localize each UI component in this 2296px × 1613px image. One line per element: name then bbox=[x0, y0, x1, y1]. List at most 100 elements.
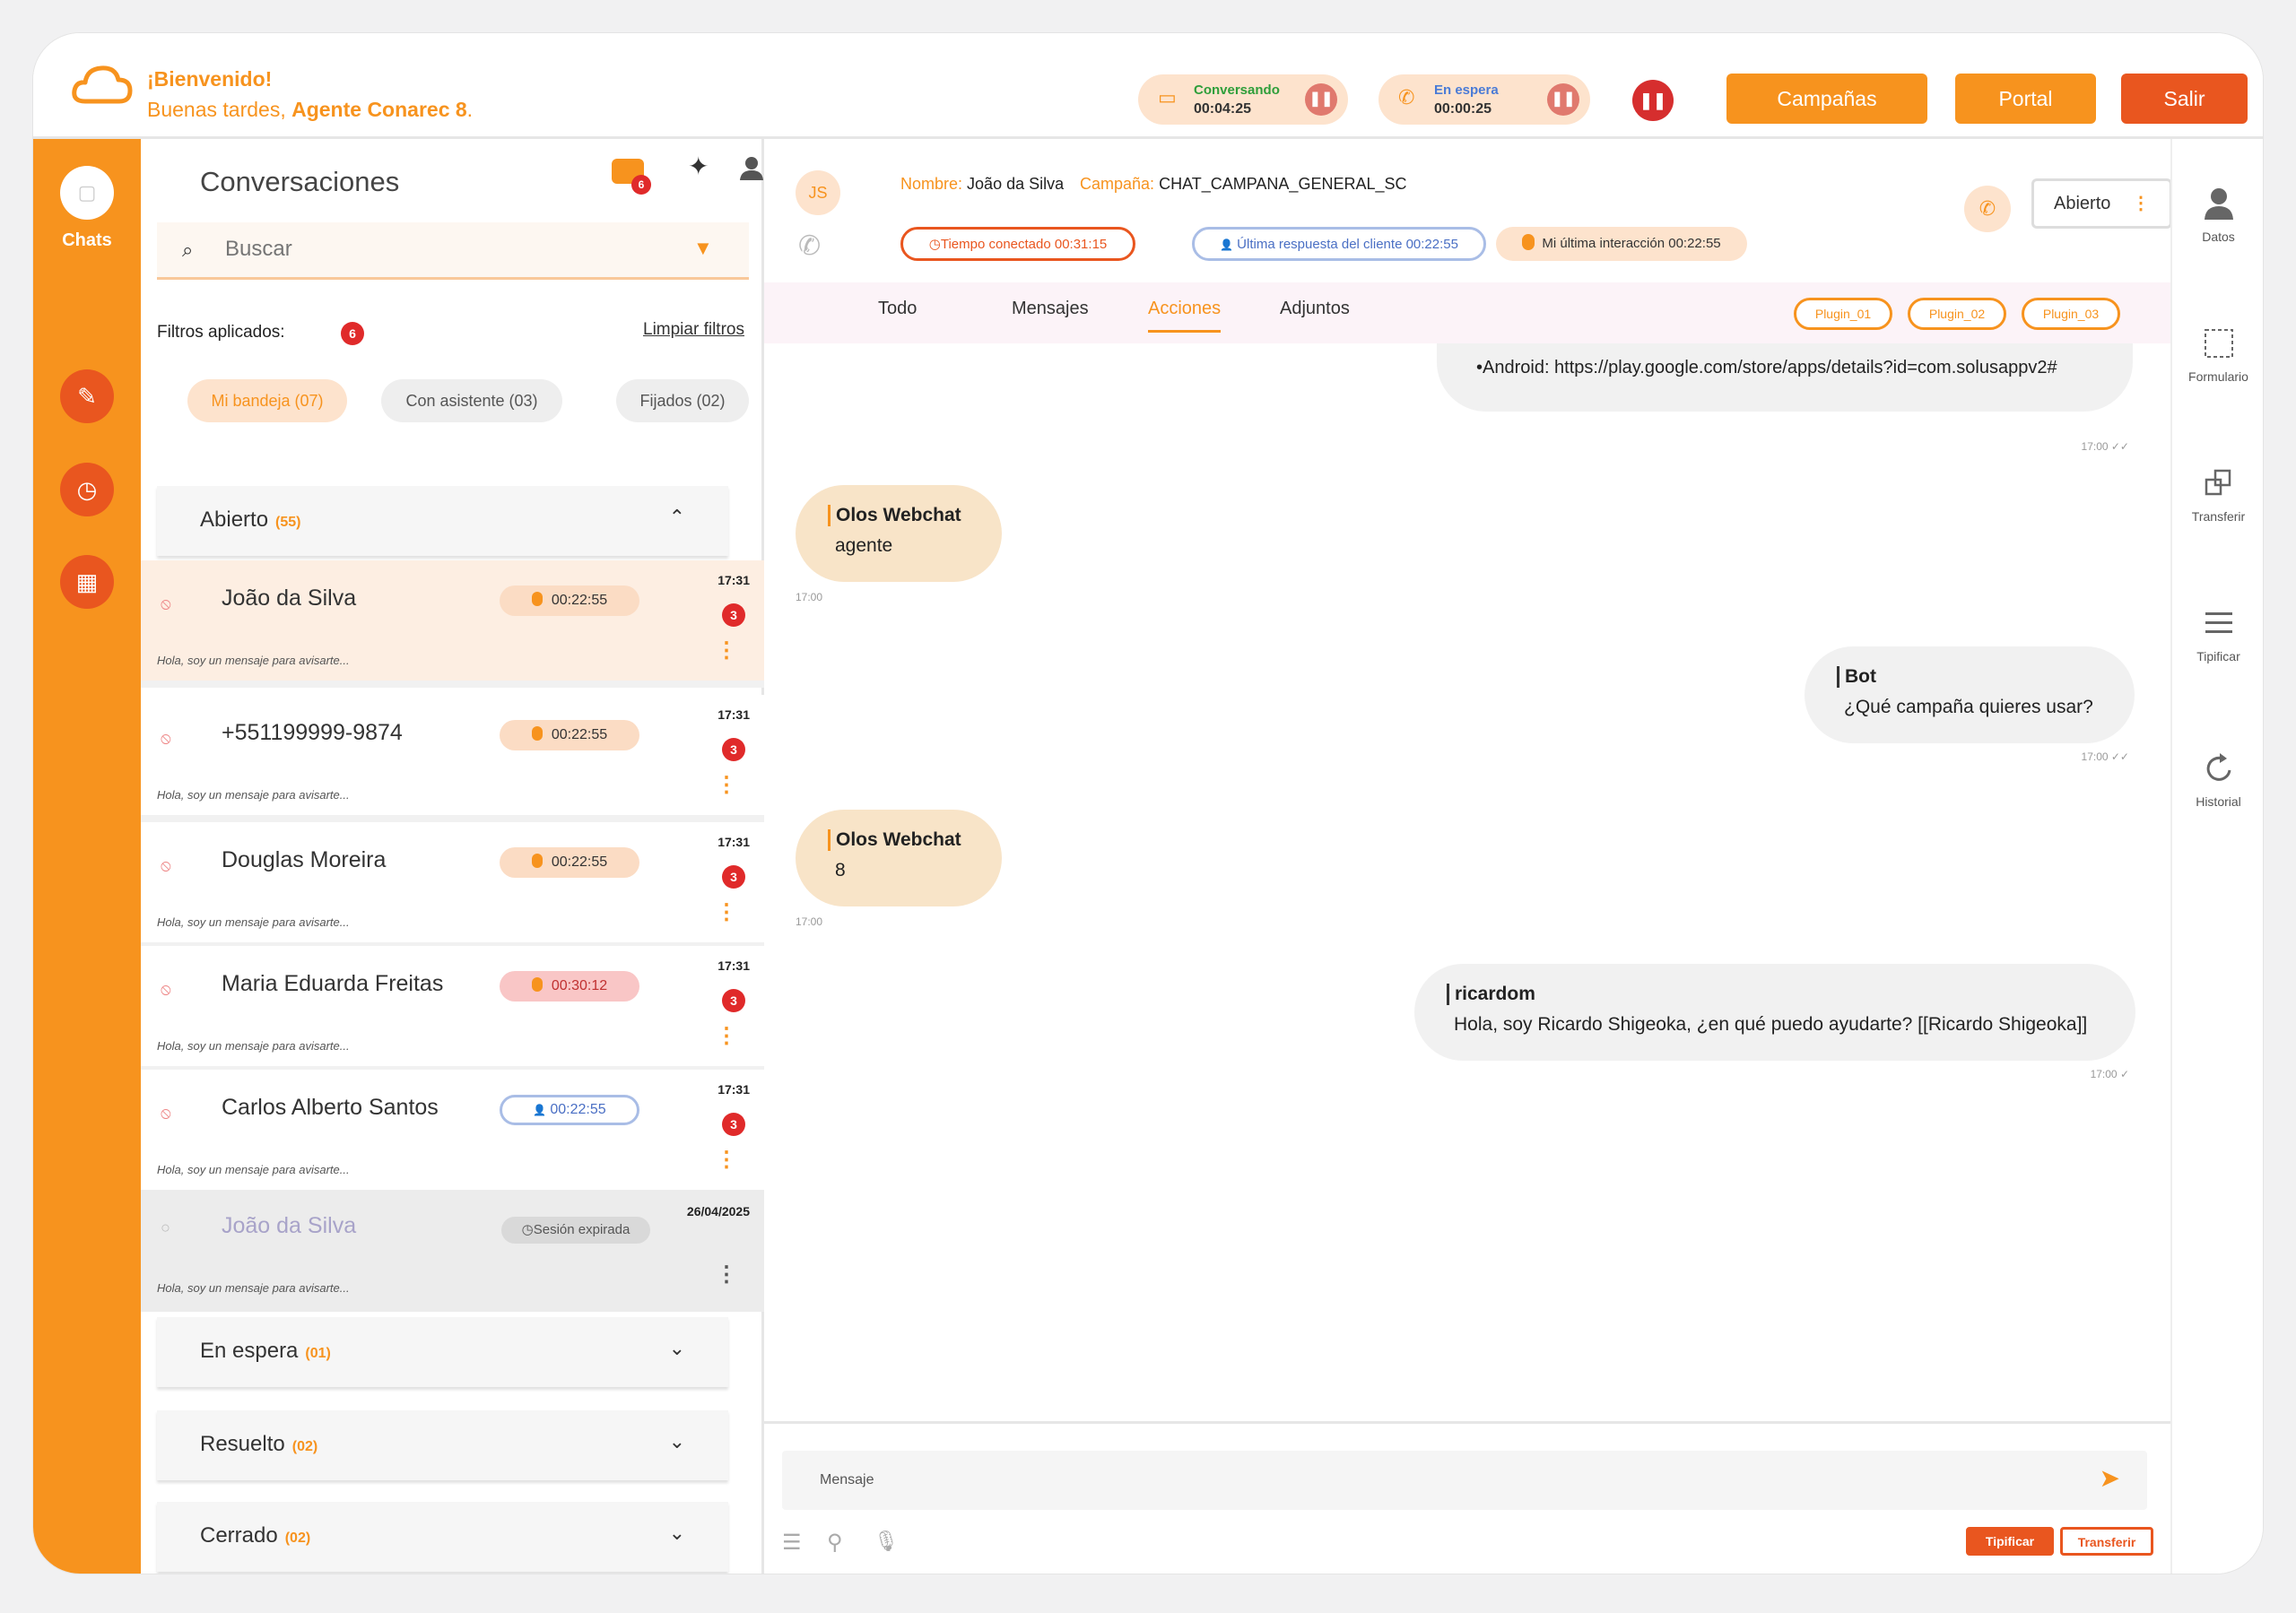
cloud-logo-icon bbox=[72, 65, 133, 104]
edit-nav-button[interactable]: ✎ bbox=[60, 369, 114, 423]
status-waiting[interactable]: ✆ En espera 00:00:25 ❚❚ bbox=[1378, 74, 1590, 125]
message-bubble: Bot ¿Qué campaña quieres usar? bbox=[1805, 646, 2135, 743]
campaigns-button[interactable]: Campañas bbox=[1726, 74, 1927, 124]
status-dropdown[interactable]: Abierto ⋮ bbox=[2031, 178, 2172, 229]
blocked-icon: ⦸ bbox=[161, 980, 171, 998]
conversation-timer: 00:22:55 bbox=[500, 847, 639, 878]
chats-nav-label: Chats bbox=[62, 230, 112, 250]
chat-area: JS ✆ Nombre: João da Silva Campaña: CHAT… bbox=[764, 139, 2172, 1574]
menu-icon[interactable]: ☰ bbox=[782, 1530, 802, 1556]
portal-button[interactable]: Portal bbox=[1955, 74, 2096, 124]
app-window: ¡Bienvenido! Buenas tardes, Agente Conar… bbox=[33, 33, 2263, 1574]
chat-status-icon: ▭ bbox=[1158, 86, 1177, 108]
conversations-panel: Conversaciones 6 ✦ ⌕ ▼ Filtros aplicados… bbox=[141, 139, 764, 1574]
section-waiting[interactable]: En espera (01) ⌄ bbox=[157, 1317, 728, 1387]
phone-icon[interactable]: ✆ bbox=[798, 230, 821, 262]
chevron-down-icon: ⌄ bbox=[668, 1337, 685, 1359]
conversation-item[interactable]: ⦸ Carlos Alberto Santos 👤 00:22:55 17:31 … bbox=[141, 1070, 764, 1197]
chip-my-inbox[interactable]: Mi bandeja (07) bbox=[187, 379, 347, 422]
message-list: •Android: https://play.google.com/store/… bbox=[764, 343, 2170, 1421]
conversation-item[interactable]: ⦸ João da Silva 00:22:55 17:31 3 Hola, s… bbox=[141, 560, 764, 688]
rail-history[interactable]: Historial bbox=[2172, 750, 2263, 809]
pause-all-button[interactable]: ❚❚ bbox=[1632, 80, 1674, 121]
conversation-item-expired[interactable]: ○ João da Silva ◷Sesión expirada 26/04/2… bbox=[141, 1190, 764, 1312]
more-options-icon[interactable]: ⋮ bbox=[716, 772, 737, 798]
top-header: ¡Bienvenido! Buenas tardes, Agente Conar… bbox=[33, 33, 2263, 139]
search-icon: ⌕ bbox=[182, 238, 194, 261]
more-options-icon[interactable]: ⋮ bbox=[716, 1262, 737, 1288]
list-icon bbox=[2205, 612, 2232, 633]
rail-transfer[interactable]: Transferir bbox=[2172, 465, 2263, 524]
notifications-icon[interactable]: 6 bbox=[612, 159, 651, 195]
more-options-icon[interactable]: ⋮ bbox=[716, 899, 737, 925]
user-icon[interactable] bbox=[739, 155, 764, 182]
plugin-02-button[interactable]: Plugin_02 bbox=[1908, 298, 2006, 330]
tab-attachments[interactable]: Adjuntos bbox=[1280, 299, 1350, 319]
chip-pinned[interactable]: Fijados (02) bbox=[616, 379, 749, 422]
contact-avatar: JS bbox=[796, 170, 840, 215]
phone-icon: ✆ bbox=[1979, 197, 1996, 220]
right-rail: Datos Formulario Transferir Tipificar Hi… bbox=[2170, 139, 2263, 1574]
message-timestamp: 17:00 ✓ bbox=[2090, 1068, 2129, 1080]
message-timestamp: 17:00 ✓✓ bbox=[2081, 440, 2129, 453]
contact-campaign: Campaña: CHAT_CAMPANA_GENERAL_SC bbox=[1080, 175, 1407, 193]
tipificar-button[interactable]: Tipificar bbox=[1966, 1527, 2054, 1556]
conversation-item[interactable]: ⦸ Maria Eduarda Freitas 00:30:12 17:31 3… bbox=[141, 946, 764, 1073]
tab-messages[interactable]: Mensajes bbox=[1012, 299, 1089, 319]
greeting-subtitle: Buenas tardes, Agente Conarec 8. bbox=[147, 98, 474, 121]
history-nav-button[interactable]: ◷ bbox=[60, 463, 114, 516]
contact-name: Nombre: João da Silva bbox=[900, 175, 1065, 193]
plugin-03-button[interactable]: Plugin_03 bbox=[2022, 298, 2120, 330]
search-input[interactable] bbox=[225, 233, 674, 265]
rail-data[interactable]: Datos bbox=[2172, 186, 2263, 244]
transfer-icon bbox=[2205, 469, 2231, 496]
assistant-icon: 👤 bbox=[533, 1104, 547, 1116]
microphone-icon[interactable]: 🎙 bbox=[874, 1530, 899, 1553]
filter-dropdown-icon[interactable]: ▼ bbox=[693, 237, 713, 260]
transferir-button[interactable]: Transferir bbox=[2060, 1527, 2153, 1556]
conversation-item[interactable]: ⦸ Douglas Moreira 00:22:55 17:31 3 Hola,… bbox=[141, 822, 764, 950]
tab-actions[interactable]: Acciones bbox=[1148, 299, 1222, 333]
kebab-icon: ⋮ bbox=[2132, 194, 2150, 213]
circle-icon: ○ bbox=[161, 1218, 170, 1236]
section-open[interactable]: Abierto (55) ⌃ bbox=[157, 486, 728, 556]
conversation-item[interactable]: ⦸ +551199999-9874 00:22:55 17:31 3 Hola,… bbox=[141, 695, 764, 822]
chip-with-assistant[interactable]: Con asistente (03) bbox=[381, 379, 562, 422]
section-closed[interactable]: Cerrado (02) ⌄ bbox=[157, 1502, 728, 1572]
phone-status-icon: ✆ bbox=[1398, 86, 1415, 108]
pause-conversing-button[interactable]: ❚❚ bbox=[1305, 83, 1337, 116]
blocked-icon: ⦸ bbox=[161, 729, 171, 747]
chevron-down-icon: ⌄ bbox=[668, 1430, 685, 1453]
conversation-timer: 00:22:55 bbox=[500, 720, 639, 750]
more-options-icon[interactable]: ⋮ bbox=[716, 1023, 737, 1049]
call-button[interactable]: ✆ bbox=[1964, 186, 2011, 232]
sparkle-icon[interactable]: ✦ bbox=[688, 152, 709, 181]
chevron-up-icon: ⌃ bbox=[668, 506, 685, 528]
chat-tabs: Todo Mensajes Acciones Adjuntos Plugin_0… bbox=[764, 282, 2170, 343]
calendar-nav-button[interactable]: ▦ bbox=[60, 555, 114, 609]
send-icon[interactable]: ➤ bbox=[2100, 1463, 2120, 1493]
pause-waiting-button[interactable]: ❚❚ bbox=[1547, 83, 1579, 116]
plugin-01-button[interactable]: Plugin_01 bbox=[1794, 298, 1892, 330]
pencil-icon: ✎ bbox=[77, 383, 97, 410]
chats-nav-button[interactable]: ▢ bbox=[60, 166, 114, 220]
rail-form[interactable]: Formulario bbox=[2172, 325, 2263, 384]
more-options-icon[interactable]: ⋮ bbox=[716, 1147, 737, 1173]
more-options-icon[interactable]: ⋮ bbox=[716, 637, 737, 663]
section-resolved[interactable]: Resuelto (02) ⌄ bbox=[157, 1410, 728, 1480]
rail-classify[interactable]: Tipificar bbox=[2172, 605, 2263, 663]
person-icon bbox=[2204, 188, 2233, 220]
clear-filters-link[interactable]: Limpiar filtros bbox=[643, 320, 744, 340]
message-bubble: Olos Webchat agente bbox=[796, 485, 1002, 582]
left-rail: ▢ Chats ✎ ◷ ▦ bbox=[33, 139, 141, 1574]
attach-icon[interactable]: ⚲ bbox=[827, 1530, 843, 1556]
clock-icon: ◷ bbox=[76, 476, 98, 503]
session-expired-badge: ◷Sesión expirada bbox=[501, 1217, 650, 1244]
status-conversing[interactable]: ▭ Conversando 00:04:25 ❚❚ bbox=[1138, 74, 1348, 125]
search-box[interactable]: ⌕ ▼ bbox=[157, 222, 749, 280]
message-timestamp: 17:00 ✓✓ bbox=[2081, 750, 2129, 763]
blocked-icon: ⦸ bbox=[161, 594, 171, 612]
message-input[interactable]: Mensaje ➤ bbox=[782, 1451, 2147, 1510]
tab-all[interactable]: Todo bbox=[878, 299, 917, 319]
logout-button[interactable]: Salir bbox=[2121, 74, 2248, 124]
